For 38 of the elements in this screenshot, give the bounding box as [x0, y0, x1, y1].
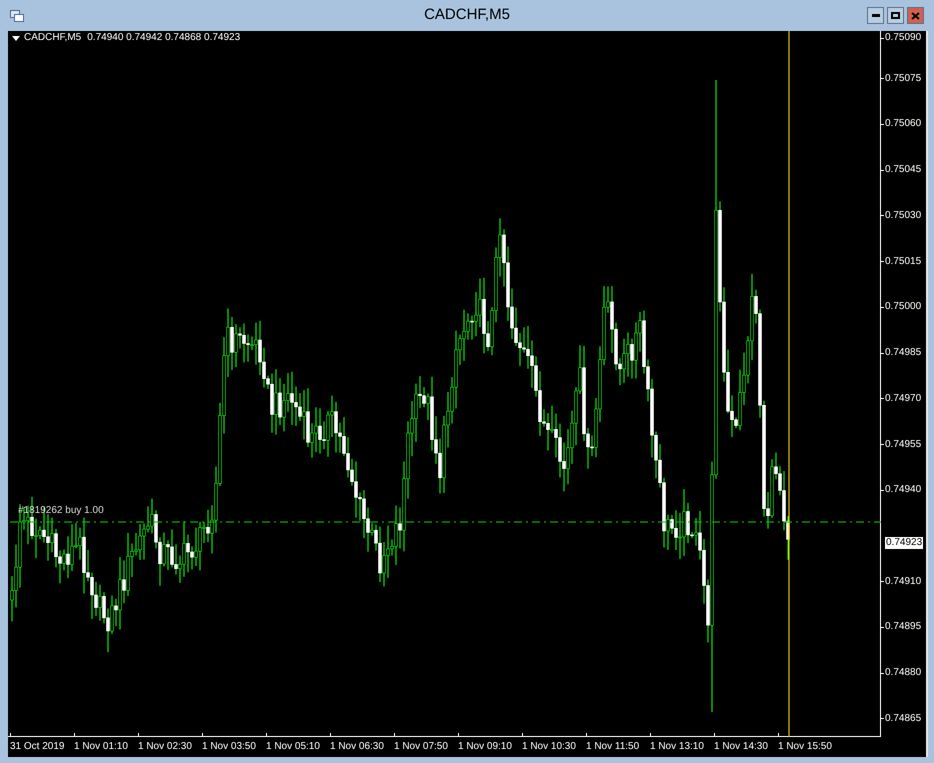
time-axis-label: 1 Nov 11:50	[586, 741, 640, 753]
time-axis-label: 1 Nov 06:30	[330, 741, 384, 753]
price-axis-label: 0.74910	[885, 576, 922, 588]
current-price-label: 0.74923	[885, 537, 924, 549]
price-axis-label: 0.75015	[885, 256, 922, 268]
price-axis-label: 0.74955	[885, 438, 922, 451]
time-axis-label: 1 Nov 05:10	[266, 741, 320, 753]
price-axis-label: 0.74880	[885, 667, 922, 680]
close-button[interactable]	[907, 7, 924, 24]
price-axis-label: 0.75090	[885, 32, 922, 44]
window-app-icon	[10, 10, 24, 22]
price-axis-label: 0.75075	[885, 72, 922, 85]
time-axis-label: 1 Nov 03:50	[202, 741, 256, 753]
maximize-button[interactable]	[887, 7, 904, 24]
window-title: CADCHF,M5	[423, 5, 511, 26]
ohlc-values: 0.74940 0.74942 0.74868 0.74923	[87, 33, 240, 43]
time-axis-label: 1 Nov 15:50	[778, 741, 832, 753]
price-axis-label: 0.74895	[885, 621, 922, 634]
symbol-label: CADCHF,M5	[24, 33, 82, 43]
price-axis-label: 0.74865	[885, 712, 922, 725]
time-axis-label: 1 Nov 09:10	[458, 741, 512, 753]
time-axis-label: 31 Oct 2019	[10, 741, 64, 753]
time-axis-label: 1 Nov 01:10	[74, 741, 128, 753]
price-axis-label: 0.75060	[885, 118, 922, 130]
price-axis-label: 0.74940	[885, 484, 922, 496]
price-axis-label: 0.75030	[885, 210, 922, 222]
minimize-button[interactable]	[867, 7, 884, 24]
price-axis-label: 0.74985	[885, 347, 922, 360]
time-axis-label: 1 Nov 10:30	[522, 741, 576, 753]
dropdown-icon[interactable]	[12, 36, 20, 40]
close-icon	[911, 12, 920, 20]
price-axis-label: 0.74970	[885, 392, 922, 405]
time-axis-label: 1 Nov 02:30	[138, 741, 192, 753]
price-axis-label: 0.75000	[885, 301, 922, 314]
price-axis-label: 0.75045	[885, 164, 922, 176]
time-axis-label: 1 Nov 14:30	[714, 741, 768, 753]
time-axis-label: 1 Nov 13:10	[650, 741, 704, 753]
time-axis-label: 1 Nov 07:50	[394, 741, 448, 753]
